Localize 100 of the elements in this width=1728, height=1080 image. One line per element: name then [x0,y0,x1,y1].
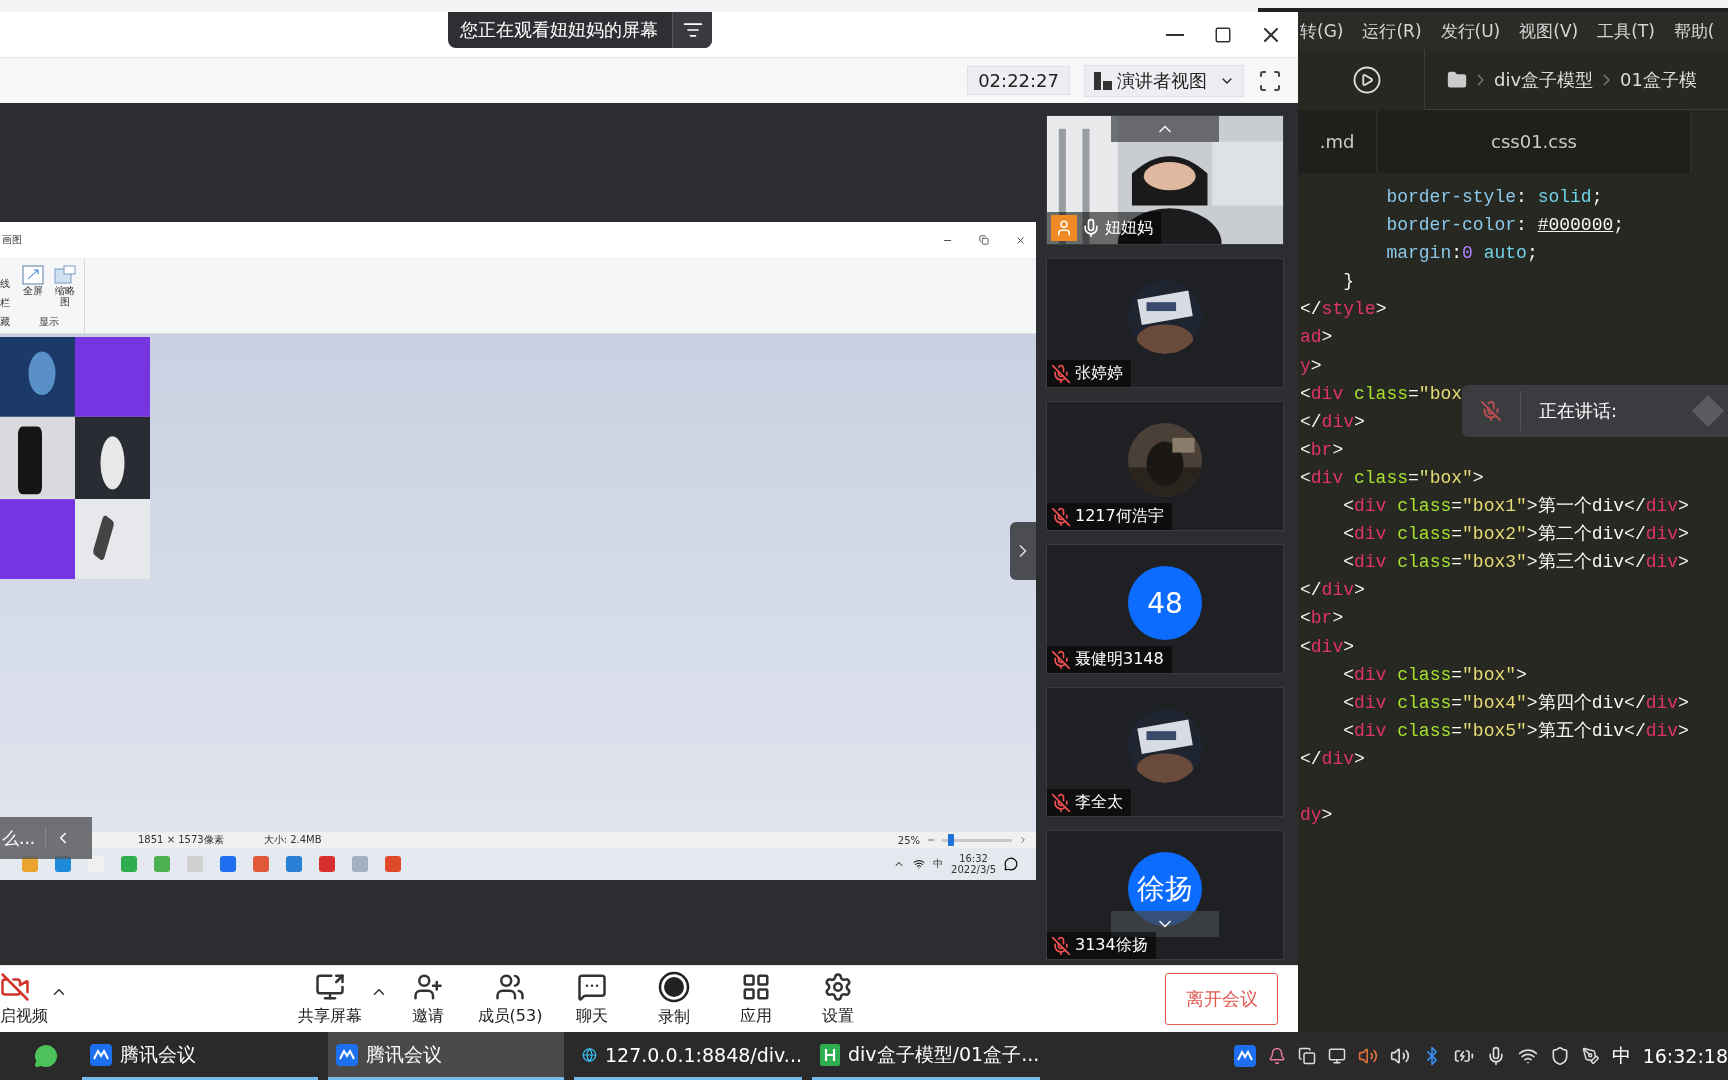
meeting-timer: 02:22:27 [967,66,1070,95]
code-line: ad> [1300,326,1333,350]
slider-thumb[interactable] [947,833,954,846]
participant-name: 聂健明3148 [1075,649,1164,670]
toolbar-button[interactable]: 邀请 [388,971,468,1027]
zoom-in-icon[interactable] [1018,835,1028,845]
settings-icon [823,971,853,1002]
code-line: </div> [1300,410,1365,434]
menu-item[interactable]: 转(G) [1300,19,1344,43]
wifi-icon[interactable] [1517,1046,1538,1066]
run-icon[interactable] [1352,65,1382,95]
pen-icon[interactable] [1581,1047,1600,1065]
clock: 16:32:18 [1642,1045,1728,1067]
file-size: 大小: 2.4MB [263,833,322,847]
chat-app-icon[interactable] [34,1044,58,1068]
code-line: <div class="box1">第一个div</div> [1343,495,1689,519]
menu-item[interactable]: 工具(T) [1597,19,1655,43]
taskbar-app[interactable]: 腾讯会议 [328,1032,564,1080]
restore-icon[interactable] [979,234,989,245]
image-dimensions: 1851 × 1573像素 [138,833,224,847]
thumbnail-button[interactable]: 缩略图 [52,265,78,315]
code-line: <div class="box2">第二个div</div> [1343,523,1689,547]
code-line: border-style: solid; [1386,186,1603,209]
editor-app-icon [820,1043,840,1066]
taskbar-app[interactable]: 腾讯会议 [82,1032,318,1080]
code-line: <div class="box5">第五个div</div> [1343,719,1689,743]
toolbar-button[interactable]: 设置 [798,971,878,1027]
fullscreen-button[interactable]: 全屏 [20,265,46,315]
toolbar-button[interactable]: 聊天 [552,971,632,1027]
fullscreen-icon [22,265,44,285]
screen-share-icon [315,971,345,1002]
editor-tab[interactable]: css01.css [1378,110,1692,173]
code-line: </div> [1300,579,1365,603]
participant-name: 1217何浩宇 [1075,506,1164,527]
view-dropdown[interactable]: 演讲者视图 [1084,64,1244,97]
participant-tile[interactable]: 48 聂健明3148 [1046,544,1284,674]
code-line: border-color: #000000; [1386,214,1625,238]
app-icon[interactable] [88,856,104,872]
panel-toggle[interactable] [1010,522,1036,580]
menu-item[interactable]: 帮助( [1673,19,1715,43]
editor-tab[interactable]: .md [1298,110,1378,173]
zoom-percent: 25% [897,834,920,846]
menu-item[interactable]: 视图(V) [1519,19,1579,43]
code-line: <div class="box"> [1300,466,1484,490]
meeting-app-icon [90,1043,112,1066]
thumbnail-icon [54,265,76,285]
taskbar-app[interactable]: 127.0.0.1:8848/div... [574,1032,802,1080]
code-line: margin:0 auto; [1386,242,1538,266]
participant-tile[interactable]: 李全太 [1046,687,1284,817]
notification-icon[interactable] [1004,857,1018,871]
code-line: </style> [1300,298,1387,322]
chevron-icon [1603,73,1611,86]
record-icon [658,970,690,1003]
overlay-text: 么... [0,826,47,850]
menu-item[interactable]: 运行(R) [1362,19,1422,43]
meeting-app-icon [336,1043,358,1066]
participant-tile[interactable]: 妞妞妈 [1046,115,1284,245]
toolbar-button[interactable]: 成员(53) [470,971,550,1027]
participant-tile[interactable]: 张婷婷 [1046,258,1284,388]
close-icon[interactable] [1015,234,1026,246]
participant-tile[interactable]: 1217何浩宇 [1046,401,1284,531]
toolbar-button[interactable]: 共享屏幕 [290,971,370,1027]
code-line: </div> [1300,747,1365,771]
toolbar-button[interactable]: 应用 [716,971,796,1027]
ribbon-label: 栏 [0,296,11,310]
ribbon-label: 线 [0,277,11,291]
tray-icon[interactable] [1327,1047,1346,1065]
minimize-icon [1166,33,1184,36]
tray-icon[interactable] [1267,1047,1286,1065]
fullscreen-icon[interactable] [1258,68,1282,93]
layout-icon [1093,70,1113,91]
clock-time: 16:32 [959,853,988,864]
wifi-icon [913,858,926,870]
ime-indicator[interactable]: 中 [933,857,944,871]
ime-indicator[interactable]: 中 [1611,1043,1631,1069]
toolbar-button[interactable]: 录制 [634,970,714,1028]
code-line: <div class="box [1300,382,1463,406]
toolbar-button[interactable]: 启视频 [0,971,50,1027]
video-off-icon [0,971,30,1002]
leave-meeting-button[interactable]: 离开会议 [1165,973,1278,1025]
speaker-icon[interactable] [1357,1046,1378,1066]
ribbon-group-label: 藏 [0,315,11,329]
participant-tile[interactable]: 徐扬 3134徐扬 [1046,830,1284,960]
code-line: <br> [1300,438,1344,462]
taskbar-app[interactable]: div盒子模型/01盒子... [812,1032,1040,1080]
speaking-label: 正在讲话: [1520,391,1618,431]
participant-name: 妞妞妈 [1105,217,1153,239]
participant-name: 3134徐扬 [1075,935,1148,956]
menu-button[interactable] [672,12,712,48]
meeting-app-icon [1233,1045,1256,1067]
menu-item[interactable]: 发行(U) [1440,19,1501,43]
code-line: dy> [1300,803,1333,827]
breadcrumb-item[interactable]: 01盒子模 [1620,67,1697,92]
code-line: } [1343,270,1354,294]
participant-name: 张婷婷 [1075,363,1123,384]
volume-icon[interactable] [1389,1046,1410,1066]
tray-icon[interactable] [1297,1047,1316,1065]
clock-date: 2022/3/5 [951,864,996,875]
code-line: <div class="box"> [1343,663,1527,687]
breadcrumb-item[interactable]: div盒子模型 [1494,67,1594,92]
